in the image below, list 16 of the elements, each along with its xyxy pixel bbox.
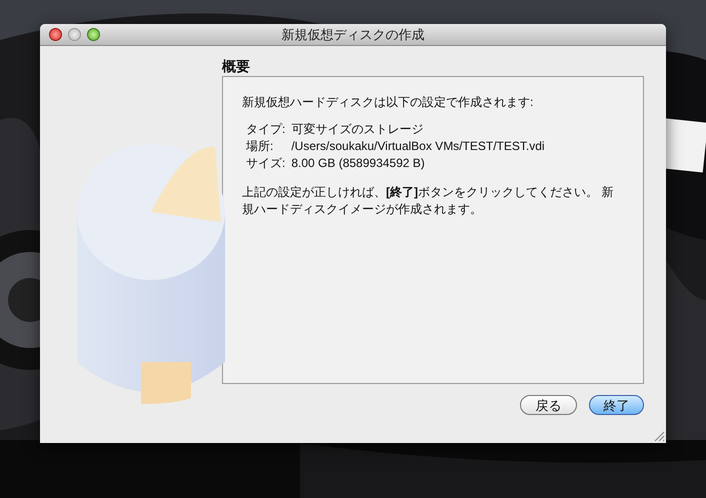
- window-title: 新規仮想ディスクの作成: [282, 26, 424, 44]
- back-button[interactable]: 戻る: [520, 395, 577, 415]
- field-label: サイズ:: [246, 155, 286, 172]
- finish-button[interactable]: 終了: [589, 395, 644, 415]
- section-heading: 概要: [222, 57, 251, 76]
- resize-grip-icon[interactable]: [654, 431, 665, 442]
- field-value: /Users/soukaku/VirtualBox VMs/TEST/TEST.vdi: [291, 138, 546, 155]
- field-label: タイプ:: [246, 121, 286, 138]
- minimize-button[interactable]: [68, 28, 81, 41]
- field-value: 8.00 GB (8589934592 B): [291, 155, 426, 172]
- field-label: 場所:: [246, 138, 274, 155]
- field-value: 可変サイズのストレージ: [291, 121, 424, 138]
- zoom-button[interactable]: [87, 28, 100, 41]
- intro-text: 新規仮想ハードディスクは以下の設定で作成されます:: [242, 94, 534, 111]
- close-button[interactable]: [49, 28, 62, 41]
- note-text: 上記の設定が正しければ、[終了]ボタンをクリックしてください。 新規ハードディスクイメージが作成されます。: [242, 184, 614, 218]
